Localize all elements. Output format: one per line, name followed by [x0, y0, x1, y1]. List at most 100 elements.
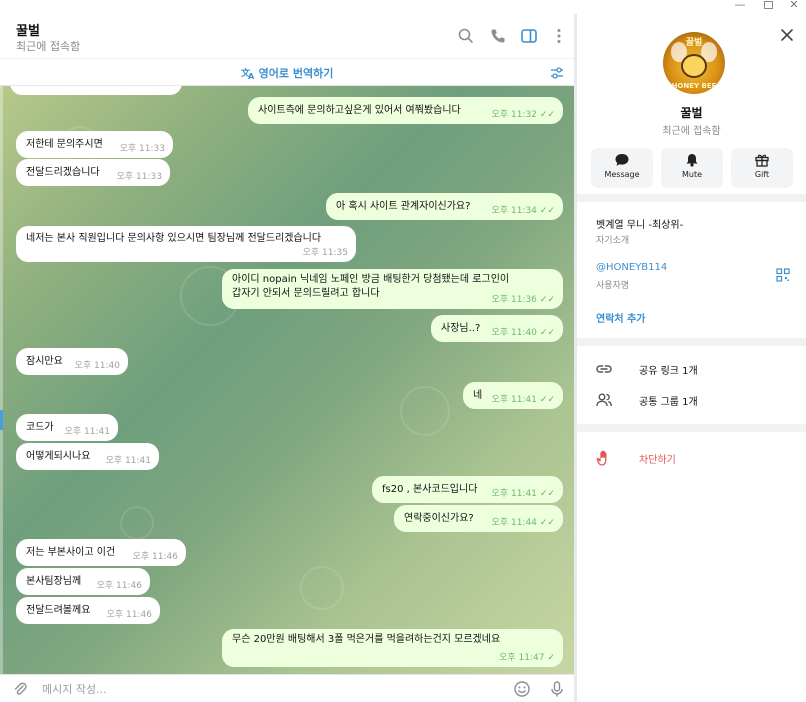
message-bubble-outgoing[interactable]: fs20 , 본사코드입니다 오후 11:41 ✓✓ [372, 476, 563, 503]
wallpaper-doodle [120, 506, 154, 540]
phone-icon[interactable] [488, 26, 508, 46]
block-user-label: 차단하기 [639, 455, 676, 466]
more-vertical-icon[interactable] [549, 26, 569, 46]
minimize-button[interactable]: — [726, 0, 754, 14]
wallpaper-doodle [300, 566, 344, 610]
common-groups-label: 공통 그룹 1개 [639, 397, 698, 408]
message-bubble-outgoing[interactable]: 아 혹시 사이트 관계자이신가요? 오후 11:34 ✓✓ [326, 193, 563, 220]
window-titlebar: — ✕ [0, 0, 806, 14]
maximize-button[interactable] [754, 0, 782, 14]
link-icon [596, 365, 612, 373]
message-time: 오후 11:40 [74, 361, 120, 371]
action-label: Message [604, 170, 640, 179]
double-check-icon: ✓✓ [539, 328, 555, 338]
message-bubble-outgoing[interactable]: 연락중이신가요? 오후 11:44 ✓✓ [394, 505, 563, 532]
message-text: fs20 , 본사코드입니다 [382, 484, 478, 495]
add-contact-button[interactable]: 연락처 추가 [596, 310, 645, 325]
profile-bio: 벳계열 무니 -최상위- [596, 220, 684, 231]
common-groups-row[interactable]: 공통 그룹 1개 [577, 385, 806, 415]
chat-status: 최근에 접속함 [16, 40, 81, 53]
single-check-icon: ✓ [547, 653, 555, 663]
profile-username[interactable]: @HONEYB114 [596, 262, 667, 273]
double-check-icon: ✓✓ [539, 489, 555, 499]
message-time: 오후 11:36 ✓✓ [491, 295, 555, 305]
double-check-icon: ✓✓ [539, 518, 555, 528]
shared-links-row[interactable]: 공유 링크 1개 [577, 354, 806, 384]
bee-face [681, 54, 707, 78]
message-bubble-outgoing[interactable]: 사이트측에 문의하고싶은게 있어서 여쭤봤습니다 오후 11:32 ✓✓ [248, 97, 563, 124]
message-bubble-incoming[interactable]: 잠시만요 오후 11:40 [16, 348, 128, 375]
message-bubble-incoming[interactable]: 코드가 오후 11:41 [16, 414, 118, 441]
message-list[interactable]: 사이트측에 문의하고싶은게 있어서 여쭤봤습니다 오후 11:32 ✓✓ 저한테 … [0, 86, 574, 674]
action-label: Gift [754, 170, 770, 179]
message-time: 오후 11:41 [105, 456, 151, 466]
message-time: 오후 11:33 [119, 144, 165, 154]
message-bubble-incoming[interactable]: 본사팀장님께 오후 11:46 [16, 568, 150, 595]
message-bubble-incoming[interactable]: 어떻게되시나요 오후 11:41 [16, 443, 159, 470]
message-bubble-outgoing[interactable]: 사장님..? 오후 11:40 ✓✓ [431, 315, 563, 342]
message-bubble-incoming[interactable]: 전달드리겠습니다 오후 11:33 [16, 159, 170, 186]
translate-settings-icon[interactable] [549, 65, 565, 81]
message-text: 어떻게되시나요 [26, 451, 91, 462]
gift-icon [755, 154, 769, 167]
action-label: Mute [681, 170, 703, 179]
avatar-banner-text: HONEY BEE [671, 82, 717, 90]
double-check-icon: ✓✓ [539, 395, 555, 405]
message-time: 오후 11:46 [96, 581, 142, 591]
close-icon[interactable] [778, 26, 796, 44]
maximize-icon [763, 1, 773, 9]
block-user-row[interactable]: 차단하기 [577, 443, 806, 473]
bell-icon [686, 154, 698, 167]
unread-marker [0, 410, 3, 430]
chat-bubble-icon [615, 154, 629, 166]
left-edge-strip [0, 86, 3, 674]
message-text: 연락중이신가요? [404, 513, 474, 524]
message-bubble-outgoing[interactable]: 네 오후 11:41 ✓✓ [463, 382, 563, 409]
microphone-icon[interactable] [548, 680, 566, 698]
message-time: 오후 11:41 ✓✓ [491, 395, 555, 405]
section-separator [577, 338, 806, 346]
message-button[interactable]: Message [591, 148, 653, 188]
message-time: 오후 11:34 ✓✓ [491, 206, 555, 216]
message-time: 오후 11:32 ✓✓ [491, 110, 555, 120]
shared-links-label: 공유 링크 1개 [639, 366, 698, 377]
message-text: 네 [473, 390, 483, 401]
message-text: 사이트측에 문의하고싶은게 있어서 여쭤봤습니다 [258, 105, 461, 116]
close-window-button[interactable]: ✕ [780, 0, 806, 14]
emoji-icon[interactable] [513, 680, 531, 698]
hand-stop-icon [596, 450, 607, 466]
message-bubble-incoming[interactable]: 네저는 본사 직원입니다 문의사항 있으시면 팀장님께 전달드리겠습니다 오후 … [16, 226, 356, 262]
composer [0, 674, 574, 702]
avatar[interactable]: 꿀벌 HONEY BEE [663, 32, 725, 94]
message-bubble-partial[interactable] [10, 86, 182, 95]
chat-header[interactable]: 꿀벌 최근에 접속함 [0, 14, 574, 58]
message-bubble-incoming[interactable]: 저한테 문의주시면 오후 11:33 [16, 131, 173, 158]
message-text: 저한테 문의주시면 [26, 139, 103, 150]
translate-icon: 文A [241, 67, 255, 79]
mute-button[interactable]: Mute [661, 148, 723, 188]
message-time: 오후 11:35 [302, 248, 348, 258]
search-icon[interactable] [456, 26, 476, 46]
profile-name: 꿀벌 [680, 106, 703, 120]
section-separator [577, 424, 806, 432]
message-bubble-incoming[interactable]: 저는 부본사이고 이건 오후 11:46 [16, 539, 186, 566]
message-bubble-incoming[interactable]: 전달드려볼께요 오후 11:46 [16, 597, 160, 624]
users-icon [596, 393, 612, 407]
double-check-icon: ✓✓ [539, 110, 555, 120]
message-time: 오후 11:46 [106, 610, 152, 620]
message-bubble-outgoing[interactable]: 무슨 20만원 배팅해서 3폴 먹은거를 먹을려하는건지 모르겠네요 오후 11… [222, 629, 563, 667]
double-check-icon: ✓✓ [539, 295, 555, 305]
paperclip-icon[interactable] [12, 681, 28, 697]
gift-button[interactable]: Gift [731, 148, 793, 188]
profile-bio-label: 자기소개 [596, 236, 630, 246]
svg-text:A: A [248, 72, 255, 79]
message-text: 본사팀장님께 [26, 576, 82, 587]
message-input[interactable] [42, 679, 482, 699]
message-bubble-outgoing[interactable]: 아이디 nopain 닉네임 노페인 방금 배팅한거 당첨됐는데 로그인이 갑자… [222, 269, 563, 309]
message-text: 코드가 [26, 422, 54, 433]
message-time: 오후 11:44 ✓✓ [491, 518, 555, 528]
sidebar-toggle-icon[interactable] [519, 26, 539, 46]
message-text: 아 혹시 사이트 관계자이신가요? [336, 201, 471, 212]
qr-code-icon[interactable] [776, 268, 790, 282]
translate-button[interactable]: 文 A 영어로 번역하기 [0, 65, 574, 81]
